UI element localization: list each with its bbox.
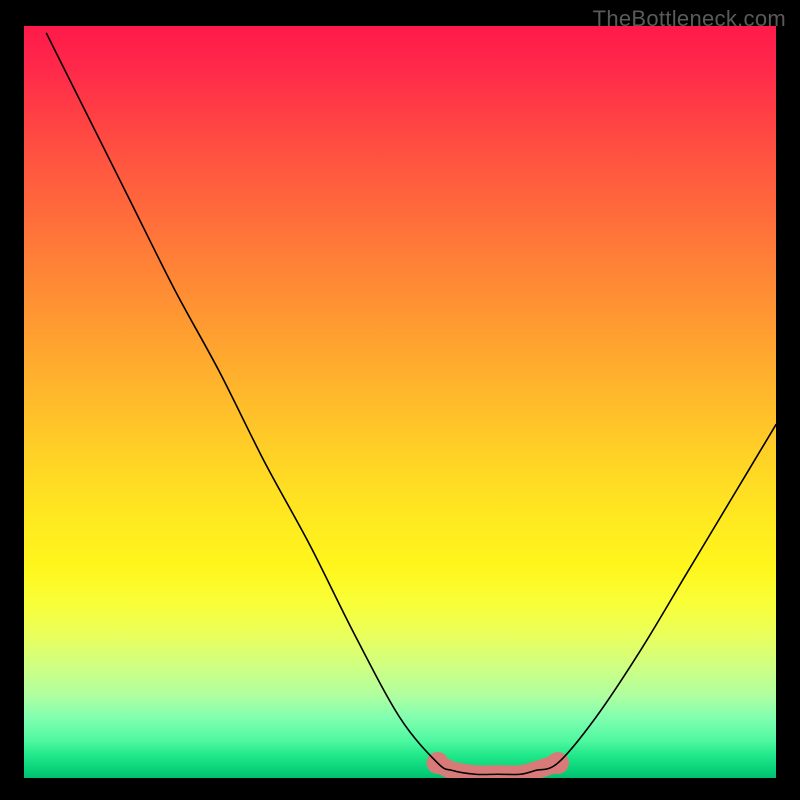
curve-overlay [24, 26, 776, 778]
plot-area [24, 26, 776, 778]
watermark-text: TheBottleneck.com [593, 6, 786, 32]
chart-container: TheBottleneck.com [0, 0, 800, 800]
